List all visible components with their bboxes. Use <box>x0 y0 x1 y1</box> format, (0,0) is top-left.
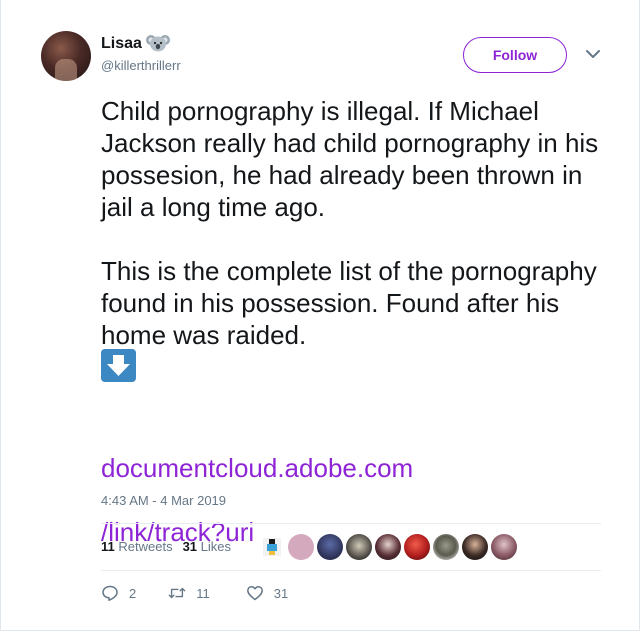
divider <box>101 570 601 571</box>
retweet-button[interactable]: 11 <box>168 584 210 602</box>
liker-avatar[interactable] <box>288 534 314 560</box>
liker-avatar[interactable] <box>491 534 517 560</box>
liker-avatar[interactable] <box>404 534 430 560</box>
tweet-link-line-1[interactable]: documentcloud.adobe.com <box>101 452 601 484</box>
liker-avatar[interactable] <box>346 534 372 560</box>
heart-icon <box>246 585 263 601</box>
likes-stat[interactable]: 31 Likes <box>183 539 231 554</box>
reply-count: 2 <box>129 585 137 601</box>
reply-button[interactable]: 2 <box>101 584 136 602</box>
koala-icon <box>146 35 170 52</box>
tweet-timestamp[interactable]: 4:43 AM - 4 Mar 2019 <box>101 493 226 508</box>
chevron-down-icon[interactable] <box>585 48 601 60</box>
like-count: 31 <box>273 585 289 601</box>
retweets-label: Retweets <box>118 539 173 554</box>
retweets-count: 11 <box>101 539 115 554</box>
liker-avatar[interactable] <box>375 534 401 560</box>
down-arrow-emoji-icon <box>101 349 136 382</box>
liker-avatar[interactable] <box>433 534 459 560</box>
liker-avatar[interactable] <box>462 534 488 560</box>
follow-button[interactable]: Follow <box>463 37 567 73</box>
retweet-icon <box>168 587 186 599</box>
retweet-count: 11 <box>196 585 210 601</box>
like-button[interactable]: 31 <box>246 584 288 602</box>
liker-avatar[interactable] <box>317 534 343 560</box>
tweet-text: Child pornography is illegal. If Michael… <box>101 96 599 350</box>
likes-label: Likes <box>200 539 232 554</box>
reply-icon <box>102 585 118 601</box>
tweet-actions: 2 11 31 <box>101 584 316 602</box>
avatar[interactable] <box>41 31 91 81</box>
likers-avatars <box>259 534 517 560</box>
liker-avatar[interactable] <box>259 534 285 560</box>
display-name[interactable]: Lisaa <box>101 35 142 53</box>
retweets-stat[interactable]: 11 Retweets <box>101 539 173 554</box>
divider <box>101 523 601 524</box>
user-handle[interactable]: @killerthrillerr <box>101 58 181 73</box>
engagement-stats: 11 Retweets 31 Likes <box>101 539 231 554</box>
tweet-card: Lisaa @killerthrillerr Follow Child porn… <box>0 0 640 631</box>
likes-count: 31 <box>182 539 198 554</box>
